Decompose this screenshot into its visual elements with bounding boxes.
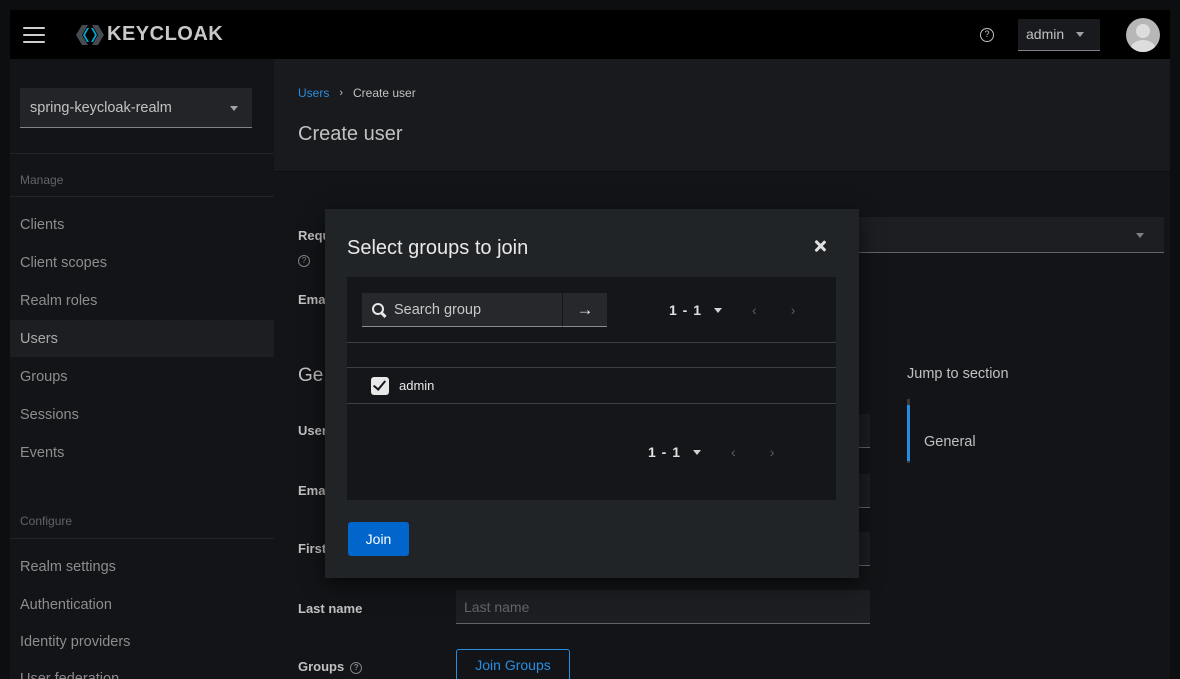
sidebar-item-events[interactable]: Events	[10, 434, 274, 471]
group-checkbox-admin[interactable]	[371, 376, 389, 395]
sidebar-item-realm-settings[interactable]: Realm settings	[10, 548, 274, 585]
sidebar-item-groups[interactable]: Groups	[10, 358, 274, 395]
section-general-heading: Ge	[298, 365, 324, 386]
caret-down-icon[interactable]	[693, 449, 702, 455]
pagination-prev-button[interactable]: ‹	[752, 302, 757, 318]
sidebar-section-manage: Manage	[20, 173, 64, 187]
help-icon[interactable]: ?	[298, 255, 310, 267]
email-label: Ema	[298, 483, 326, 498]
menu-icon[interactable]	[23, 26, 45, 43]
masthead: KEYCLOAK ? admin	[10, 10, 1170, 59]
pagination-count[interactable]: 1 - 1	[669, 302, 702, 318]
last-name-label: Last name	[298, 601, 363, 616]
modal-toolbar: → 1 - 1 ‹ ›	[347, 277, 836, 343]
search-group-box[interactable]	[362, 293, 562, 327]
chevron-right-icon: ›	[339, 87, 344, 99]
sidebar-item-authentication[interactable]: Authentication	[10, 586, 274, 623]
breadcrumb-link-users[interactable]: Users	[298, 86, 329, 100]
jump-link-general[interactable]: General	[924, 434, 976, 450]
sidebar: spring-keycloak-realm Manage Clients Cli…	[10, 59, 274, 679]
user-menu-dropdown[interactable]: admin	[1018, 18, 1100, 51]
avatar-icon[interactable]	[1126, 17, 1160, 52]
jump-to-section-title: Jump to section	[907, 366, 1009, 382]
modal-title: Select groups to join	[347, 237, 529, 259]
caret-down-icon	[230, 106, 238, 111]
search-submit-button[interactable]: →	[562, 293, 607, 327]
pagination-bottom: 1 - 1 ‹ ›	[648, 444, 774, 460]
close-icon[interactable]	[813, 239, 827, 253]
help-icon[interactable]: ?	[980, 27, 994, 42]
email-verified-label: Ema	[298, 292, 326, 307]
sidebar-item-user-federation[interactable]: User federation	[10, 660, 274, 679]
sidebar-item-identity-providers[interactable]: Identity providers	[10, 623, 274, 660]
pagination-prev-button[interactable]: ‹	[731, 444, 736, 460]
user-name: admin	[1026, 26, 1065, 42]
brand-logo[interactable]: KEYCLOAK	[75, 23, 223, 47]
arrow-right-icon: →	[576, 299, 594, 319]
first-name-label: First	[298, 541, 327, 556]
breadcrumb-current: Create user	[353, 86, 416, 100]
join-button[interactable]: Join	[348, 522, 409, 556]
caret-down-icon[interactable]	[714, 307, 723, 313]
group-name: admin	[399, 378, 435, 393]
caret-down-icon	[1136, 233, 1144, 238]
pagination-next-button[interactable]: ›	[791, 302, 796, 318]
groups-label: Groups?	[298, 659, 363, 674]
select-groups-modal: Select groups to join → 1 - 1 ‹ › admin …	[325, 209, 859, 578]
jump-nav-indicator	[907, 405, 910, 461]
sidebar-divider	[10, 153, 274, 154]
sidebar-item-realm-roles[interactable]: Realm roles	[10, 282, 274, 319]
search-group-input[interactable]	[394, 301, 554, 318]
join-groups-button[interactable]: Join Groups	[456, 649, 570, 679]
page-title: Create user	[298, 123, 403, 145]
sidebar-item-users[interactable]: Users	[10, 320, 274, 357]
last-name-placeholder: Last name	[464, 598, 530, 615]
help-icon[interactable]: ?	[350, 661, 363, 674]
realm-selector[interactable]: spring-keycloak-realm	[20, 88, 252, 128]
breadcrumb: Users › Create user	[298, 86, 416, 100]
groups-label-text: Groups	[298, 659, 345, 674]
sidebar-item-sessions[interactable]: Sessions	[10, 396, 274, 433]
list-item[interactable]: admin	[347, 367, 836, 404]
realm-name: spring-keycloak-realm	[30, 99, 172, 116]
pagination-count[interactable]: 1 - 1	[648, 444, 681, 460]
username-label: User	[298, 423, 327, 438]
pagination-next-button[interactable]: ›	[770, 444, 775, 460]
sidebar-item-clients[interactable]: Clients	[10, 206, 274, 243]
sidebar-section-configure: Configure	[20, 514, 73, 528]
last-name-field[interactable]: Last name	[456, 590, 870, 624]
pagination-top: 1 - 1 ‹ ›	[669, 302, 795, 318]
sidebar-divider	[10, 196, 274, 197]
group-list: admin 1 - 1 ‹ ›	[347, 343, 836, 500]
sidebar-item-client-scopes[interactable]: Client scopes	[10, 244, 274, 281]
caret-down-icon	[1076, 31, 1085, 37]
sidebar-divider	[10, 538, 274, 539]
search-icon	[372, 302, 386, 317]
keycloak-logo-icon	[75, 23, 105, 47]
brand-name: KEYCLOAK	[107, 23, 224, 45]
